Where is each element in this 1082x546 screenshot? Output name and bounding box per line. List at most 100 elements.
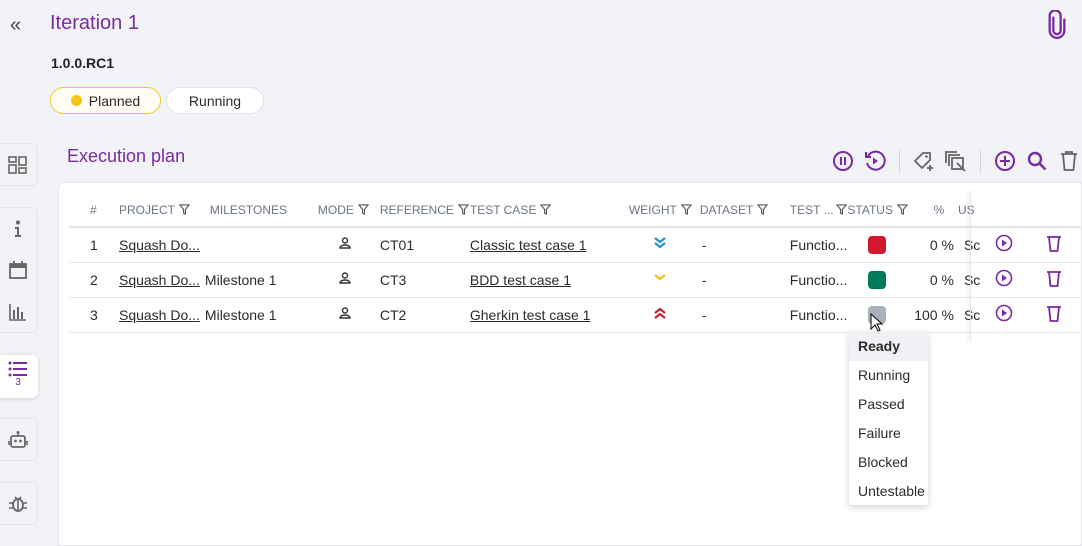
test-case-link[interactable]: Gherkin test case 1	[470, 307, 591, 323]
filter-icon[interactable]	[835, 203, 847, 215]
project-link[interactable]: Squash Do...	[119, 237, 200, 253]
search-icon[interactable]	[1025, 149, 1049, 173]
status-option-failure[interactable]: Failure	[849, 419, 928, 448]
reference-cell: CT3	[379, 262, 470, 298]
row-number: 2	[69, 262, 119, 298]
user-cell: Sc	[955, 227, 981, 263]
column-header-user[interactable]: US	[955, 193, 981, 228]
pause-icon[interactable]	[831, 149, 855, 173]
run-icon[interactable]	[995, 304, 1013, 322]
test-type-cell: Functio...	[779, 297, 848, 333]
dashboard-icon[interactable]	[8, 155, 28, 175]
column-header-actions-2	[1030, 193, 1081, 228]
toolbar-separator	[899, 150, 900, 172]
sidebar-group-automation	[0, 418, 38, 461]
filter-icon[interactable]	[680, 203, 692, 215]
column-header-test-type[interactable]: TEST ...	[779, 193, 848, 228]
status-option-blocked[interactable]: Blocked	[849, 448, 928, 477]
filter-icon[interactable]	[457, 203, 469, 215]
status-indicator[interactable]	[868, 235, 887, 254]
info-icon[interactable]	[8, 219, 28, 239]
test-type-cell: Functio...	[779, 262, 848, 298]
column-header-reference[interactable]: REFERENCE	[379, 193, 470, 228]
table-row[interactable]: 3 Squash Do... Milestone 1 CT2 Gherkin test …	[69, 297, 1081, 333]
column-header-number[interactable]: #	[69, 193, 119, 228]
test-case-link[interactable]: Classic test case 1	[470, 237, 587, 253]
execution-plan-table-panel: # PROJECT MILESTONES MODE REFERENCE TEST…	[58, 182, 1082, 546]
weight-cell	[628, 262, 700, 298]
status-option-running[interactable]: Running	[849, 361, 928, 390]
run-cell	[980, 297, 1031, 333]
filter-icon[interactable]	[179, 203, 190, 215]
sidebar-group-dashboard	[0, 143, 38, 186]
filter-icon[interactable]	[357, 203, 369, 215]
collapse-button[interactable]: «	[10, 14, 28, 36]
add-tag-icon[interactable]	[912, 149, 936, 173]
mode-cell	[313, 227, 380, 263]
project-link[interactable]: Squash Do...	[119, 307, 200, 323]
dataset-cell: -	[699, 227, 780, 263]
column-header-mode[interactable]: MODE	[313, 193, 380, 228]
copy-select-icon[interactable]	[944, 149, 968, 173]
run-icon[interactable]	[995, 269, 1013, 287]
status-cell[interactable]	[847, 227, 908, 263]
weight-low-icon	[654, 274, 666, 281]
attachment-icon[interactable]	[1046, 10, 1068, 40]
add-icon[interactable]	[993, 149, 1017, 173]
weight-very-high-icon	[654, 307, 666, 319]
status-option-ready[interactable]: Ready	[849, 332, 928, 361]
bar-chart-icon[interactable]	[8, 302, 28, 322]
delete-row-icon[interactable]	[1045, 234, 1063, 253]
weight-cell	[628, 227, 700, 263]
test-case-link[interactable]: BDD test case 1	[470, 272, 571, 288]
status-chip-planned[interactable]: Planned	[50, 87, 161, 114]
calendar-icon[interactable]	[8, 260, 28, 280]
percent-cell: 100 %	[907, 297, 956, 333]
toolbar-separator	[980, 150, 981, 172]
column-header-status[interactable]: STATUS	[847, 193, 908, 228]
table-row[interactable]: 1 Squash Do... CT01 Classic test case 1 - Fun…	[69, 227, 1081, 263]
run-icon[interactable]	[995, 234, 1013, 252]
percent-cell: 0 %	[907, 262, 956, 298]
reference-cell: CT2	[379, 297, 470, 333]
percent-cell: 0 %	[907, 227, 956, 263]
manual-mode-icon	[339, 307, 351, 319]
status-option-passed[interactable]: Passed	[849, 390, 928, 419]
delete-row-icon[interactable]	[1045, 269, 1063, 287]
sidebar-group-info	[0, 207, 38, 333]
sidebar-group-bugs	[0, 482, 38, 525]
status-chip-running[interactable]: Running	[166, 87, 264, 114]
project-link[interactable]: Squash Do...	[119, 272, 200, 288]
column-header-dataset[interactable]: DATASET	[699, 193, 780, 228]
test-type-cell: Functio...	[779, 227, 848, 263]
filter-icon[interactable]	[896, 203, 908, 215]
delete-icon[interactable]	[1057, 149, 1081, 173]
status-option-untestable[interactable]: Untestable	[849, 477, 928, 506]
replay-icon[interactable]	[863, 149, 887, 173]
user-cell: Sc	[955, 297, 981, 333]
mouse-cursor-icon	[870, 313, 884, 332]
user-cell: Sc	[955, 262, 981, 298]
mode-cell	[313, 297, 380, 333]
execution-plan-table: # PROJECT MILESTONES MODE REFERENCE TEST…	[69, 193, 1081, 333]
run-cell	[980, 227, 1031, 263]
bug-icon[interactable]	[8, 494, 28, 514]
column-header-test-case[interactable]: TEST CASE	[469, 193, 629, 228]
status-cell[interactable]	[847, 262, 908, 298]
delete-row-icon[interactable]	[1045, 304, 1063, 322]
robot-icon[interactable]	[8, 430, 28, 450]
column-header-weight[interactable]: WEIGHT	[628, 193, 700, 228]
status-indicator[interactable]	[868, 270, 887, 289]
column-header-actions	[980, 193, 1031, 228]
column-header-project[interactable]: PROJECT	[118, 193, 200, 228]
sidebar-item-execution-plan[interactable]: 3	[0, 355, 38, 398]
execution-plan-toolbar	[827, 149, 1082, 173]
list-icon	[8, 361, 27, 377]
column-header-percent[interactable]: %	[907, 193, 956, 228]
filter-icon[interactable]	[540, 203, 552, 215]
table-header-row: # PROJECT MILESTONES MODE REFERENCE TEST…	[69, 193, 1081, 228]
table-row[interactable]: 2 Squash Do... Milestone 1 CT3 BDD test case…	[69, 262, 1081, 298]
sticky-column-divider	[970, 191, 971, 342]
column-header-milestones[interactable]: MILESTONES	[199, 193, 314, 228]
filter-icon[interactable]	[757, 203, 769, 215]
